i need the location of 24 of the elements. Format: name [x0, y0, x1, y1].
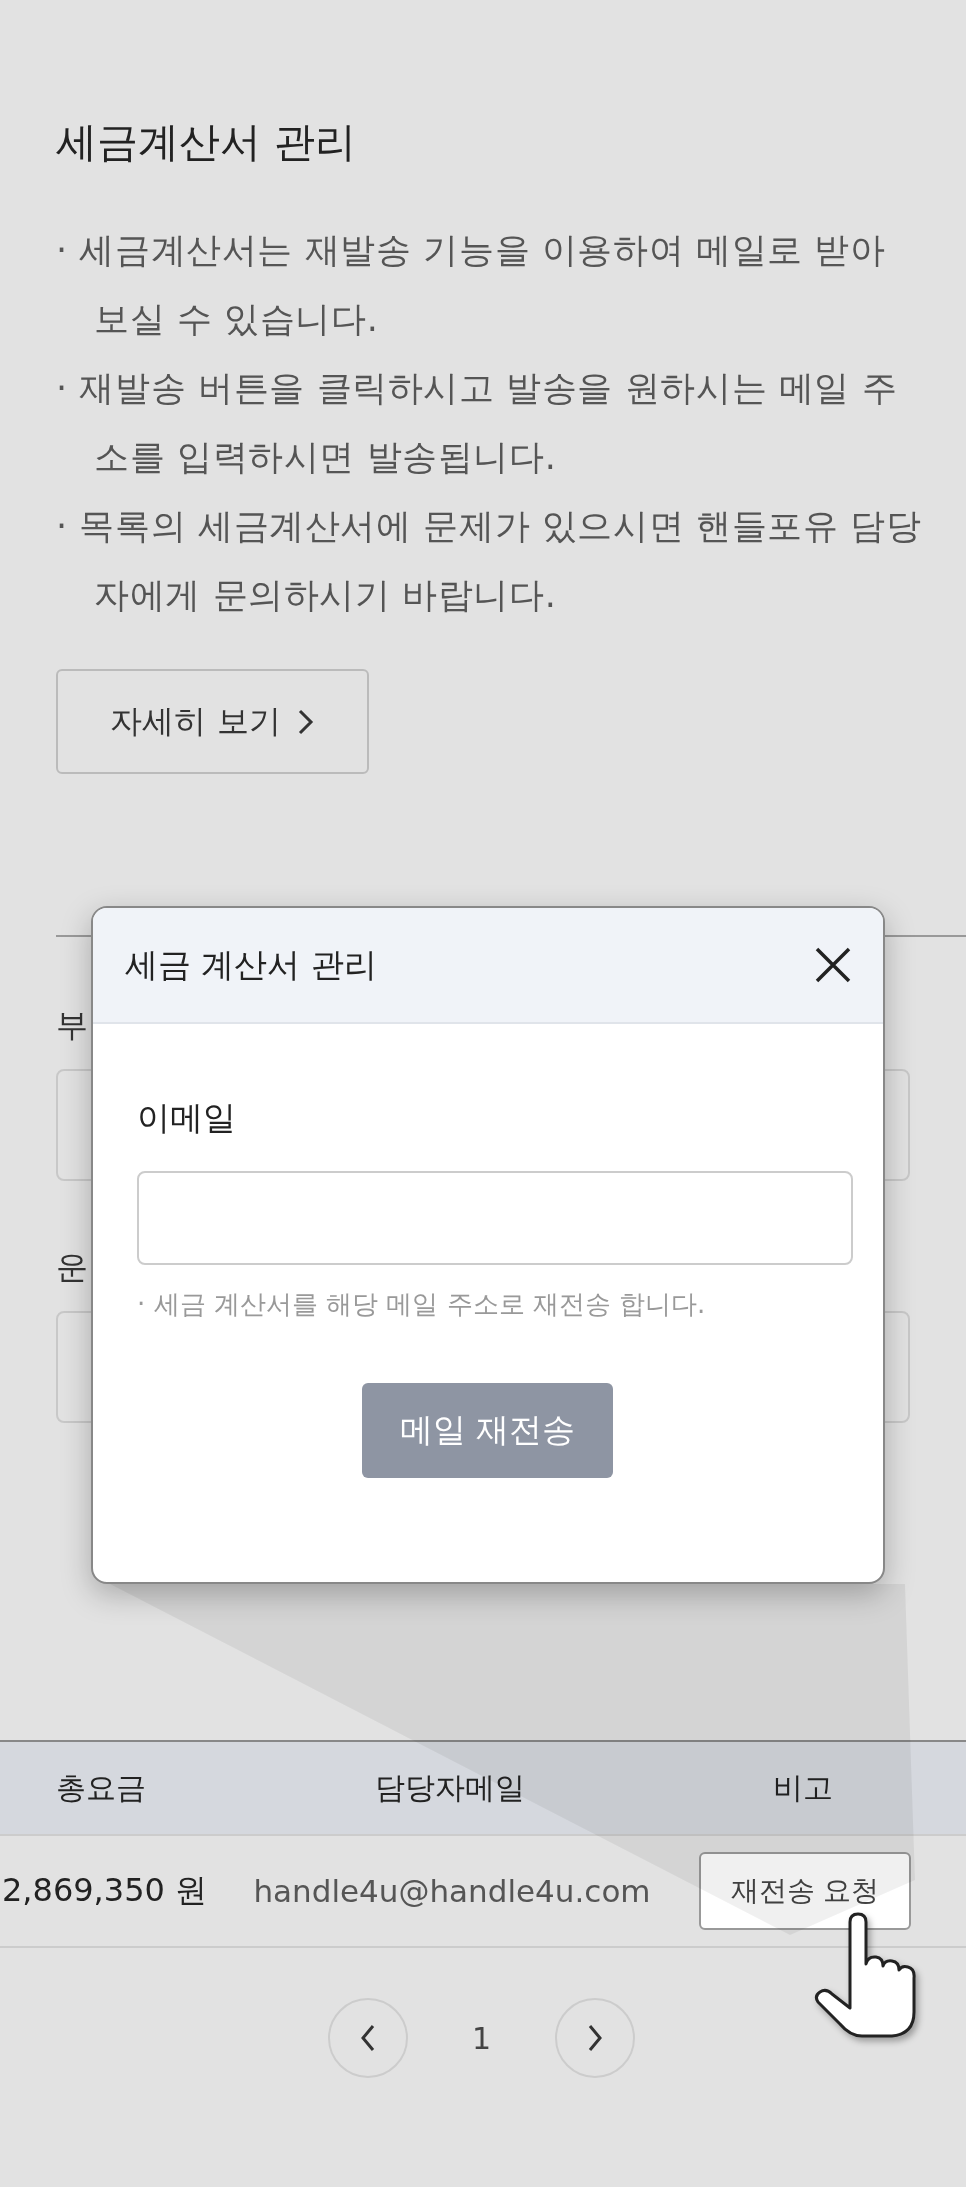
- note-text: · 세금계산서는 재발송 기능을 이용하여 메일로 받아 보실 수 있습니다.: [56, 229, 887, 341]
- hint-text: · 세금 계산서를 해당 메일 주소로 재전송 합니다.: [137, 1288, 707, 1321]
- chevron-left-icon: [360, 2024, 376, 2052]
- email-input[interactable]: [137, 1171, 853, 1265]
- detail-button[interactable]: 자세히 보기: [56, 669, 369, 774]
- field-label: 부: [56, 1005, 88, 1045]
- column-header: 비고: [772, 1768, 834, 1807]
- table-cell-text: 2,869,350 원: [1, 1870, 209, 1911]
- column-header: 담당자메일: [374, 1768, 526, 1807]
- page-number[interactable]: 1: [472, 2020, 492, 2056]
- note-text: · 재발송 버튼을 클릭하시고 발송을 원하시는 메일 주소를 입력하시면 발송됩니다.: [56, 367, 899, 479]
- modal-title: 세금 계산서 관리: [125, 943, 377, 986]
- previous-page-button[interactable]: [328, 1998, 408, 2078]
- resend-request-button[interactable]: 재전송 요청: [699, 1852, 911, 1930]
- column-header: 총요금: [55, 1768, 147, 1807]
- field-label: 운: [56, 1247, 88, 1287]
- table-cell-text: handle4u@handle4u.com: [252, 1873, 652, 1909]
- note-text: · 목록의 세금계산서에 문제가 있으시면 핸들포유 담당자에게 문의하시기 바랍니다.: [56, 505, 923, 617]
- email-label: 이메일: [137, 1097, 236, 1139]
- chevron-right-icon: [296, 708, 315, 735]
- section-title: 세금계산서 관리: [56, 117, 358, 167]
- chevron-right-icon: [587, 2024, 604, 2052]
- close-icon[interactable]: [813, 945, 853, 985]
- next-page-button[interactable]: [555, 1998, 636, 2078]
